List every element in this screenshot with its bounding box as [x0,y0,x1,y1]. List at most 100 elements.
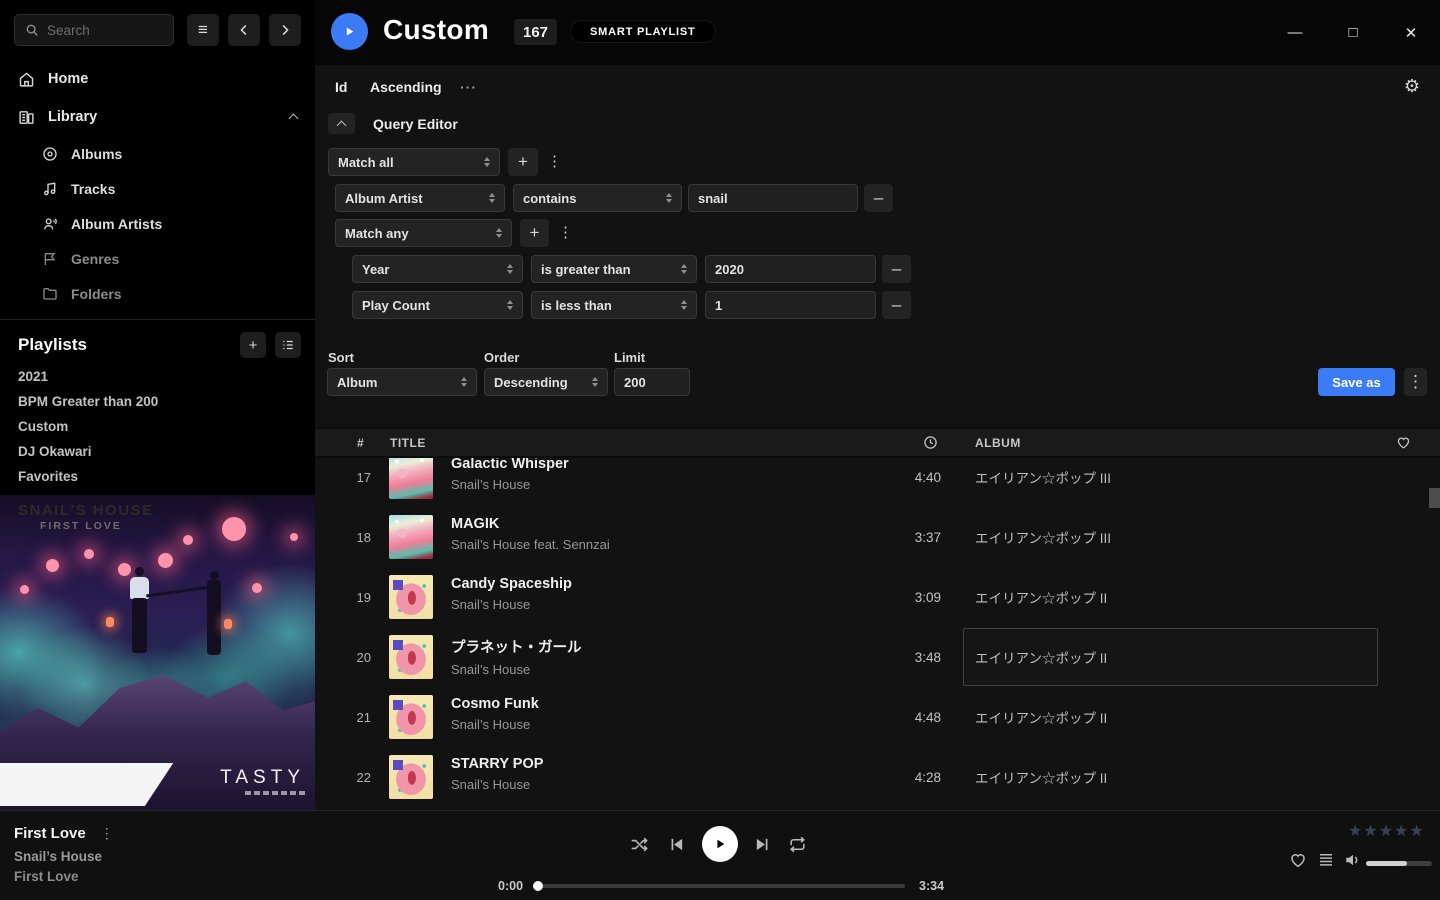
album-art-thumbnail[interactable] [389,515,433,559]
playlist-list-button[interactable] [275,332,301,358]
now-playing-album[interactable]: First Love [14,869,79,884]
playlist-item[interactable]: BPM Greater than 200 [0,389,315,414]
column-album[interactable]: ALBUM [975,436,1021,450]
album-art-thumbnail[interactable] [389,695,433,739]
seek-bar[interactable] [535,884,905,888]
track-album[interactable]: エイリアン☆ポップ II [975,687,1107,747]
play-pause-button[interactable] [702,826,738,862]
sidebar-item-genres[interactable]: Genres [0,241,315,276]
collapse-chevron-icon[interactable] [289,114,299,124]
sort-order-button[interactable]: Ascending [370,79,442,95]
table-row[interactable]: 19 Candy Spaceship Snail’s House 3:09 エイ… [315,567,1440,627]
queue-button[interactable] [1317,851,1335,869]
sidebar-item-folders[interactable]: Folders [0,276,315,311]
rule-operator-select[interactable]: is greater than [531,255,697,283]
shuffle-button[interactable] [630,835,649,854]
star-icon[interactable]: ★ [1363,821,1377,841]
track-artist[interactable]: Snail’s House [451,777,543,792]
maximize-button[interactable]: □ [1339,19,1367,47]
table-row[interactable]: 21 Cosmo Funk Snail’s House 4:48 エイリアン☆ポ… [315,687,1440,747]
album-art-thumbnail[interactable] [389,635,433,679]
add-playlist-button[interactable]: + [240,332,266,358]
match-all-select[interactable]: Match all [328,148,500,176]
now-playing-artist[interactable]: Snail’s House [14,849,102,864]
track-title[interactable]: Galactic Whisper [451,458,569,472]
sort-select[interactable]: Album [327,368,477,396]
nav-back-button[interactable] [228,14,260,46]
column-title[interactable]: TITLE [390,436,426,450]
column-index[interactable]: # [357,436,364,450]
remove-rule-button[interactable]: – [882,255,911,283]
track-album[interactable]: エイリアン☆ポップ II [975,567,1107,627]
album-art-thumbnail[interactable] [389,458,433,499]
rule-operator-select[interactable]: is less than [531,291,697,319]
seek-knob[interactable] [533,881,543,891]
rule-group-menu-icon[interactable]: ⋮ [558,225,573,240]
close-button[interactable]: ✕ [1397,19,1425,47]
add-rule-button[interactable]: + [520,219,549,247]
more-options-button[interactable]: ··· [460,79,477,95]
sidebar-item-home[interactable]: Home [0,60,315,98]
sidebar-item-library[interactable]: Library [0,98,315,136]
table-settings-gear-icon[interactable]: ⚙ [1404,76,1420,97]
sidebar-item-album-artists[interactable]: Album Artists [0,206,315,241]
rule-group-menu-icon[interactable]: ⋮ [547,154,562,169]
track-title[interactable]: STARRY POP [451,756,543,772]
rule-field-select[interactable]: Play Count [352,291,523,319]
sort-field-button[interactable]: Id [335,79,347,95]
now-playing-menu-icon[interactable]: ⋮ [100,825,114,842]
focused-album-cell[interactable] [963,628,1378,686]
nav-forward-button[interactable] [269,14,301,46]
remove-rule-button[interactable]: – [882,291,911,319]
rule-value-input[interactable]: snail [688,184,858,212]
query-editor-collapse-button[interactable] [328,113,355,134]
track-title[interactable]: MAGIK [451,516,610,532]
rule-operator-select[interactable]: contains [513,184,682,212]
table-row[interactable]: 20 プラネット・ガール Snail’s House 3:48 エイリアン☆ポッ… [315,627,1440,687]
add-rule-button[interactable]: + [508,148,538,176]
volume-slider[interactable] [1366,861,1432,866]
playlist-item[interactable]: Custom [0,414,315,439]
playlist-item[interactable]: 2021 [0,364,315,389]
volume-button[interactable] [1344,851,1362,869]
table-row[interactable]: 18 MAGIK Snail’s House feat. Sennzai 3:3… [315,507,1440,567]
sidebar-item-albums[interactable]: Albums [0,136,315,171]
order-select[interactable]: Descending [484,368,608,396]
track-artist[interactable]: Snail’s House [451,477,569,492]
next-button[interactable] [754,836,771,853]
track-title[interactable]: Cosmo Funk [451,696,539,712]
track-artist[interactable]: Snail’s House [451,597,572,612]
sidebar-item-tracks[interactable]: Tracks [0,171,315,206]
duration-column-clock-icon[interactable] [923,435,938,450]
search-input[interactable]: Search [14,14,174,46]
album-art-thumbnail[interactable] [389,755,433,799]
playlist-item[interactable]: Favorites [0,464,315,489]
minimize-button[interactable]: — [1281,19,1309,47]
now-playing-album-art[interactable]: SNAIL'S HOUSE FIRST LOVE TASTY [0,495,315,810]
table-row[interactable]: 22 STARRY POP Snail’s House 4:28 エイリアン☆ポ… [315,747,1440,807]
track-title[interactable]: Candy Spaceship [451,576,572,592]
previous-button[interactable] [668,836,685,853]
menu-button[interactable]: ≡ [187,14,219,46]
album-art-thumbnail[interactable] [389,575,433,619]
track-album[interactable]: エイリアン☆ポップ II [975,747,1107,807]
repeat-button[interactable] [788,835,807,854]
track-title[interactable]: プラネット・ガール [451,636,582,657]
track-artist[interactable]: Snail’s House [451,717,539,732]
rule-field-select[interactable]: Album Artist [335,184,505,212]
star-icon[interactable]: ★ [1348,821,1362,841]
track-album[interactable]: エイリアン☆ポップ III [975,458,1111,507]
rating-stars[interactable]: ★ ★ ★ ★ ★ [1348,821,1424,841]
track-album[interactable]: エイリアン☆ポップ III [975,507,1111,567]
remove-rule-button[interactable]: – [864,184,893,212]
track-artist[interactable]: Snail’s House feat. Sennzai [451,537,610,552]
rule-value-input[interactable]: 2020 [705,255,876,283]
table-row[interactable]: 17 Galactic Whisper Snail’s House 4:40 エ… [315,458,1440,507]
playlist-item[interactable]: DJ Okawari [0,439,315,464]
rule-value-input[interactable]: 1 [705,291,876,319]
limit-input[interactable]: 200 [614,368,690,396]
rule-field-select[interactable]: Year [352,255,523,283]
favorite-button[interactable] [1289,851,1307,869]
now-playing-title[interactable]: First Love [14,825,86,842]
favorite-column-heart-icon[interactable] [1396,435,1411,450]
